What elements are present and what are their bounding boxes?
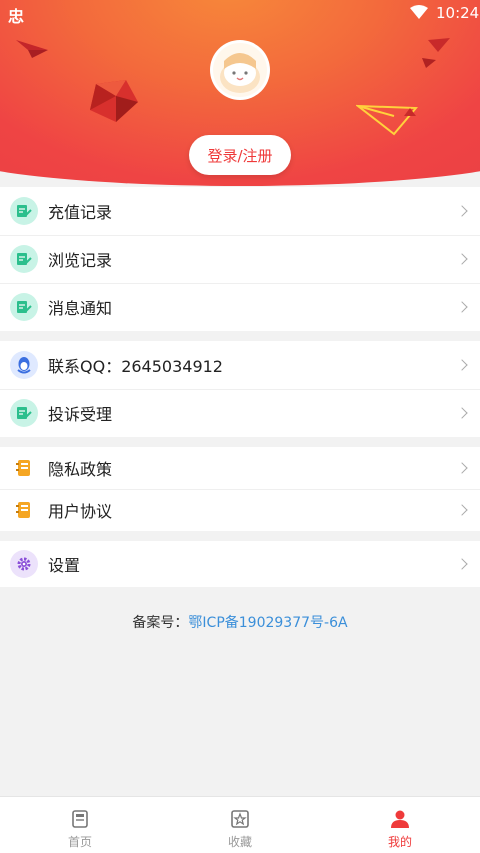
shard-decoration [422, 38, 450, 68]
menu-item-label: 设置 [48, 556, 81, 575]
status-time: 10:24 [436, 4, 480, 22]
menu-item-label: 联系QQ：2645034912 [48, 357, 223, 376]
chevron-right-icon [456, 301, 468, 313]
nav-tab-label: 收藏 [227, 835, 252, 849]
status-bar: 忠 10:24 [0, 0, 480, 26]
menu-group-support: 联系QQ：2645034912 投诉受理 [0, 341, 480, 437]
menu-item-recharge-records[interactable]: 充值记录 [0, 187, 480, 235]
wifi-icon [410, 5, 428, 19]
profile-screen: 忠 10:24 登录/注册 充值记录 浏览记录 消息通知 联系QQ：264503… [0, 0, 480, 853]
gem-decoration [90, 80, 138, 122]
chevron-right-icon [456, 359, 468, 371]
chevron-right-icon [456, 558, 468, 570]
bottom-navigation: 首页 收藏 我的 [0, 796, 480, 853]
menu-group-legal: 隐私政策 用户协议 [0, 447, 480, 531]
app-notification-icon: 忠 [8, 7, 25, 26]
edit-note-icon [10, 293, 38, 321]
chevron-right-icon [456, 462, 468, 474]
paper-plane-decoration [16, 40, 48, 58]
menu-item-privacy-policy[interactable]: 隐私政策 [0, 447, 480, 489]
nav-tab-home[interactable]: 首页 [0, 797, 160, 853]
nav-tab-mine[interactable]: 我的 [320, 797, 480, 853]
chevron-right-icon [456, 253, 468, 265]
nav-tab-label: 我的 [387, 835, 412, 849]
qq-penguin-icon [10, 351, 38, 379]
menu-item-notifications[interactable]: 消息通知 [0, 283, 480, 331]
menu-item-label: 用户协议 [48, 502, 113, 521]
small-triangle-decoration [404, 108, 416, 116]
menu-item-label: 隐私政策 [48, 460, 113, 479]
login-register-button[interactable]: 登录/注册 [189, 135, 291, 175]
edit-note-icon [10, 197, 38, 225]
profile-header: 忠 10:24 登录/注册 [0, 0, 480, 186]
gear-icon [10, 550, 38, 578]
menu-item-complaints[interactable]: 投诉受理 [0, 389, 480, 437]
person-icon [391, 810, 409, 828]
nav-tab-label: 首页 [67, 835, 92, 849]
chevron-right-icon [456, 504, 468, 516]
star-box-icon [231, 810, 249, 828]
menu-item-user-agreement[interactable]: 用户协议 [0, 489, 480, 531]
avatar[interactable] [210, 40, 270, 100]
icp-record-link[interactable]: 鄂ICP备19029377号-6A [188, 615, 347, 631]
menu-item-label: 充值记录 [48, 203, 113, 222]
nav-tab-favorites[interactable]: 收藏 [160, 797, 320, 853]
menu-group-settings: 设置 [0, 541, 480, 587]
menu-item-contact-qq[interactable]: 联系QQ：2645034912 [0, 341, 480, 389]
edit-note-icon [10, 399, 38, 427]
menu-item-label: 浏览记录 [48, 251, 113, 270]
icp-record: 备案号：鄂ICP备19029377号-6A [0, 612, 480, 632]
avatar-cartoon-icon [213, 43, 267, 97]
menu-item-label: 投诉受理 [48, 405, 113, 424]
chevron-right-icon [456, 205, 468, 217]
edit-note-icon [10, 245, 38, 273]
menu-group-records: 充值记录 浏览记录 消息通知 [0, 187, 480, 331]
menu-item-label: 消息通知 [48, 299, 113, 318]
chevron-right-icon [456, 407, 468, 419]
menu-item-settings[interactable]: 设置 [0, 541, 480, 587]
notebook-icon [10, 454, 38, 482]
notebook-icon [10, 496, 38, 524]
book-icon [72, 810, 88, 828]
menu-item-browse-history[interactable]: 浏览记录 [0, 235, 480, 283]
icp-record-label: 备案号： [132, 615, 189, 631]
